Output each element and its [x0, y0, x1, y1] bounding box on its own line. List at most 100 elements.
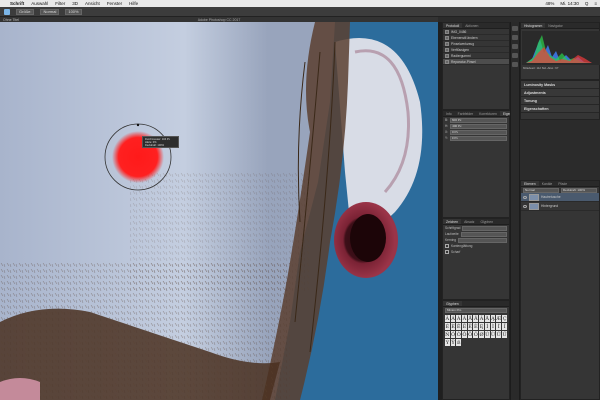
- glyph-cell[interactable]: Æ: [496, 315, 502, 322]
- tab-glyphs-panel[interactable]: Glyphen: [443, 301, 462, 306]
- tab-channels[interactable]: Kanäle: [539, 181, 556, 186]
- properties-panel-icon[interactable]: [512, 35, 518, 40]
- visibility-eye-icon[interactable]: [523, 204, 527, 208]
- section-luminosity-masks[interactable]: Luminosity Masks: [521, 81, 599, 89]
- tracking-input[interactable]: [460, 231, 507, 237]
- glyph-cell[interactable]: Ù: [490, 331, 496, 338]
- tab-history[interactable]: Protokoll: [443, 23, 463, 28]
- blend-mode-select[interactable]: Normal: [523, 187, 559, 193]
- history-panel-icon[interactable]: [512, 26, 518, 31]
- tab-adjustments[interactable]: Korrekturen: [476, 111, 500, 116]
- menu-item-filter[interactable]: Filter: [55, 1, 65, 6]
- glyph-font-select[interactable]: Minion Pro: [445, 307, 507, 313]
- glyph-cell[interactable]: À: [456, 315, 462, 322]
- history-item[interactable]: Reparatur-Pinsel: [443, 59, 509, 65]
- glyph-cell[interactable]: Ç: [502, 315, 507, 322]
- sharp-checkbox[interactable]: [445, 250, 449, 254]
- brush-size-field[interactable]: Größe:: [16, 8, 35, 15]
- glyph-cell[interactable]: Ø: [479, 331, 484, 338]
- height-input[interactable]: 400 Px: [450, 123, 507, 129]
- tab-actions[interactable]: Aktionen: [462, 23, 481, 28]
- glyph-cell[interactable]: Ý: [445, 339, 450, 346]
- histogram-panel: Histogramm Navigator Mittelwert: 112 Std…: [520, 22, 600, 80]
- glyph-cell[interactable]: Ó: [450, 331, 456, 338]
- glyphs-panel-icon[interactable]: [512, 62, 518, 67]
- menu-item-schrift[interactable]: Schrift: [10, 1, 24, 6]
- prop-label: X:: [445, 130, 449, 134]
- glyph-cell[interactable]: Å: [467, 315, 473, 322]
- glyph-cell[interactable]: Ē: [467, 323, 473, 330]
- glyph-cell[interactable]: Ă: [484, 315, 490, 322]
- glyph-cell[interactable]: Ï: [502, 323, 507, 330]
- tab-paragraph[interactable]: Absatz: [461, 219, 477, 224]
- glyph-cell[interactable]: Õ: [473, 331, 479, 338]
- tab-glyphs[interactable]: Glyphen: [477, 219, 496, 224]
- glyph-cell[interactable]: Í: [484, 323, 490, 330]
- tab-navigator[interactable]: Navigator: [545, 23, 566, 28]
- menu-item-auswahl[interactable]: Auswahl: [31, 1, 48, 6]
- notification-icon[interactable]: ≡: [594, 1, 597, 6]
- menu-item-ansicht[interactable]: Ansicht: [85, 1, 100, 6]
- glyph-cell[interactable]: Á: [450, 315, 456, 322]
- glyph-cell[interactable]: Î: [496, 323, 502, 330]
- glyph-cell[interactable]: Ą: [490, 315, 496, 322]
- glyph-cell[interactable]: Ö: [467, 331, 473, 338]
- antialias-checkbox[interactable]: [445, 244, 449, 248]
- paragraph-panel-icon[interactable]: [512, 53, 518, 58]
- glyph-cell[interactable]: È: [450, 323, 456, 330]
- x-input[interactable]: 0 Px: [450, 129, 507, 135]
- glyph-cell[interactable]: Û: [496, 331, 502, 338]
- glyph-cell[interactable]: Ê: [456, 323, 462, 330]
- glyph-cell[interactable]: Ā: [479, 315, 484, 322]
- glyph-cell[interactable]: Ė: [473, 323, 479, 330]
- opacity-field[interactable]: Deckkraft: 100%: [561, 187, 597, 193]
- glyph-cell[interactable]: Ë: [462, 323, 467, 330]
- glyph-cell[interactable]: Ä: [445, 315, 450, 322]
- battery-status[interactable]: 48%: [545, 1, 554, 6]
- clock[interactable]: Mi. 14:30: [560, 1, 579, 6]
- glyph-cell[interactable]: É: [445, 323, 450, 330]
- width-input[interactable]: 600 Px: [450, 117, 507, 123]
- menu-item-3d[interactable]: 3D: [72, 1, 78, 6]
- glyph-cell[interactable]: Ì: [490, 323, 496, 330]
- glyph-cell[interactable]: Â: [462, 315, 467, 322]
- tab-swatches[interactable]: Farbfelder: [455, 111, 476, 116]
- font-size-input[interactable]: [462, 225, 507, 231]
- glyph-cell[interactable]: Ę: [479, 323, 484, 330]
- menu-item-fenster[interactable]: Fenster: [107, 1, 122, 6]
- history-thumb-icon: [445, 47, 449, 52]
- spotlight-icon[interactable]: Q: [585, 1, 589, 6]
- prop-label: H:: [445, 124, 449, 128]
- tab-paths[interactable]: Pfade: [555, 181, 570, 186]
- tab-info[interactable]: Info: [443, 111, 455, 116]
- mode-select[interactable]: Normal: [40, 8, 60, 15]
- glyph-cell[interactable]: ß: [456, 339, 462, 346]
- character-panel-icon[interactable]: [512, 44, 518, 49]
- document-tab[interactable]: Ohne Titel: [3, 18, 19, 22]
- tab-character[interactable]: Zeichen: [443, 219, 462, 224]
- kerning-input[interactable]: [458, 237, 507, 243]
- section-toning[interactable]: Tonung: [521, 97, 599, 105]
- glyph-cell[interactable]: Ã: [473, 315, 479, 322]
- history-item-label: Reparatur-Pinsel: [451, 59, 476, 64]
- visibility-eye-icon[interactable]: [523, 195, 527, 199]
- layer-row[interactable]: Hintergrund: [521, 202, 599, 211]
- glyph-cell[interactable]: Ú: [484, 331, 490, 338]
- glyph-cell[interactable]: Ò: [456, 331, 462, 338]
- layer-thumbnail: [529, 202, 539, 210]
- layer-row[interactable]: Hautretusche: [521, 193, 599, 202]
- flow-field[interactable]: 100%: [65, 8, 82, 15]
- glyph-cell[interactable]: Ñ: [445, 331, 450, 338]
- y-input[interactable]: 0 Px: [449, 135, 507, 141]
- tab-layers[interactable]: Ebenen: [521, 181, 539, 186]
- section-adjustments[interactable]: Adjustments: [521, 89, 599, 97]
- brush-center-handle[interactable]: [136, 123, 140, 127]
- document-canvas[interactable]: Durchmesser: 104 Px Härte: 0% Deckkraft:…: [0, 22, 438, 400]
- tab-histogram[interactable]: Histogramm: [521, 23, 546, 28]
- section-properties[interactable]: Eigenschaften: [521, 105, 599, 113]
- menu-item-hilfe[interactable]: Hilfe: [129, 1, 138, 6]
- glyph-cell[interactable]: Ÿ: [450, 339, 456, 346]
- glyph-cell[interactable]: Ü: [502, 331, 507, 338]
- glyph-cell[interactable]: Ô: [462, 331, 467, 338]
- char-label: Schriftgrad: [445, 226, 461, 230]
